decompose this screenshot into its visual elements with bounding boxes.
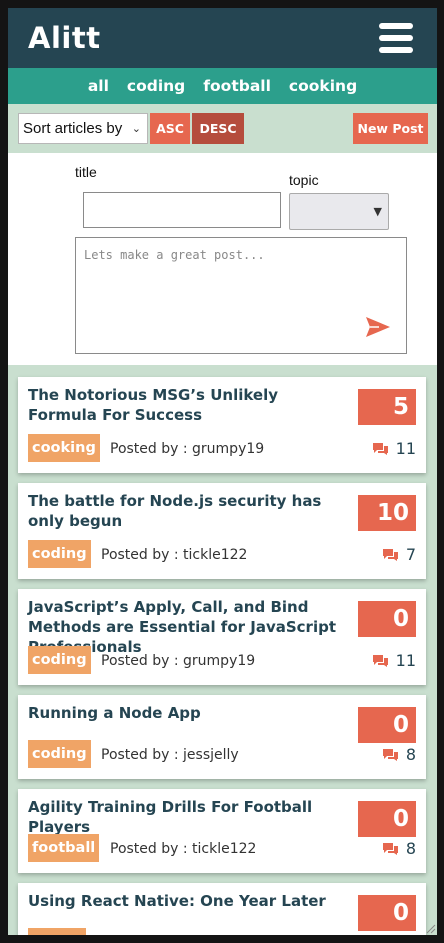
topic-link-all[interactable]: all — [88, 77, 109, 95]
article-title[interactable]: The battle for Node.js security has only… — [28, 491, 346, 531]
posted-by: Posted by : tickle122 — [101, 547, 248, 563]
title-input[interactable] — [83, 192, 281, 228]
chevron-down-icon: ▼ — [373, 205, 382, 218]
resize-handle-icon[interactable] — [424, 922, 436, 934]
topic-tag[interactable]: coding — [28, 740, 91, 768]
chevron-down-icon: ⌄ — [131, 123, 141, 135]
topic-tag[interactable]: football — [28, 834, 100, 862]
sort-desc-button[interactable]: DESC — [192, 113, 244, 144]
comment-count-value: 8 — [405, 745, 416, 764]
comment-count-value: 11 — [395, 439, 416, 458]
comments-icon — [382, 748, 398, 761]
comment-count[interactable]: 8 — [382, 745, 416, 764]
vote-count[interactable]: 0 — [358, 895, 416, 931]
comment-count[interactable]: 8 — [382, 839, 416, 858]
article-card[interactable]: The Notorious MSG’s Unlikely Formula For… — [18, 377, 426, 473]
topic-nav: all coding football cooking — [8, 68, 437, 104]
vote-count[interactable]: 0 — [358, 707, 416, 743]
sort-asc-button[interactable]: ASC — [150, 113, 190, 144]
topic-link-football[interactable]: football — [203, 77, 271, 95]
posted-by: Posted by : grumpy19 — [110, 441, 265, 457]
comment-count[interactable]: 11 — [372, 651, 416, 670]
topic-tag[interactable] — [28, 928, 86, 935]
new-post-button[interactable]: New Post — [353, 113, 428, 144]
vote-count[interactable]: 10 — [358, 495, 416, 531]
topic-label: topic — [289, 172, 319, 188]
comment-count-value: 8 — [405, 839, 416, 858]
title-label: title — [75, 164, 97, 180]
comments-icon — [372, 442, 388, 455]
article-list: The Notorious MSG’s Unlikely Formula For… — [8, 365, 437, 935]
topic-tag[interactable]: cooking — [28, 434, 100, 462]
article-title[interactable]: Agility Training Drills For Football Pla… — [28, 797, 346, 837]
article-card[interactable]: JavaScript’s Apply, Call, and Bind Metho… — [18, 589, 426, 685]
topic-link-coding[interactable]: coding — [127, 77, 185, 95]
sort-select[interactable]: Sort articles by ⌄ — [18, 113, 148, 144]
topic-link-cooking[interactable]: cooking — [289, 77, 357, 95]
post-body-textarea[interactable]: Lets make a great post... — [75, 237, 407, 354]
article-title[interactable]: Running a Node App — [28, 703, 346, 723]
topic-select[interactable]: ▼ — [289, 193, 389, 230]
sort-bar: Sort articles by ⌄ ASC DESC New Post — [8, 104, 437, 153]
comments-icon — [372, 654, 388, 667]
vote-count[interactable]: 0 — [358, 601, 416, 637]
posted-by: Posted by : grumpy19 — [101, 653, 256, 669]
article-card[interactable]: Agility Training Drills For Football Pla… — [18, 789, 426, 873]
posted-by: Posted by : tickle122 — [110, 841, 257, 857]
vote-count[interactable]: 5 — [358, 389, 416, 425]
send-icon[interactable] — [365, 316, 391, 338]
comment-count-value: 11 — [395, 651, 416, 670]
article-title[interactable]: The Notorious MSG’s Unlikely Formula For… — [28, 385, 346, 425]
comments-icon — [382, 842, 398, 855]
article-card[interactable]: Running a Node App 0 coding Posted by : … — [18, 695, 426, 779]
article-card[interactable]: Using React Native: One Year Later 0 — [18, 883, 426, 935]
comment-count[interactable]: 11 — [372, 439, 416, 458]
sort-select-label: Sort articles by — [23, 120, 123, 137]
comment-count[interactable]: 7 — [382, 545, 416, 564]
logo[interactable]: Alitt — [28, 21, 101, 55]
hamburger-icon[interactable] — [379, 23, 413, 53]
new-post-form: title topic ▼ Lets make a great post... — [8, 153, 437, 365]
comment-count-value: 7 — [405, 545, 416, 564]
article-title[interactable]: Using React Native: One Year Later — [28, 891, 346, 911]
vote-count[interactable]: 0 — [358, 801, 416, 837]
header: Alitt — [8, 8, 437, 68]
posted-by: Posted by : jessjelly — [101, 747, 239, 763]
topic-tag[interactable]: coding — [28, 646, 91, 674]
app-frame: Alitt all coding football cooking Sort a… — [8, 8, 437, 935]
topic-tag[interactable]: coding — [28, 540, 91, 568]
comments-icon — [382, 548, 398, 561]
article-card[interactable]: The battle for Node.js security has only… — [18, 483, 426, 579]
